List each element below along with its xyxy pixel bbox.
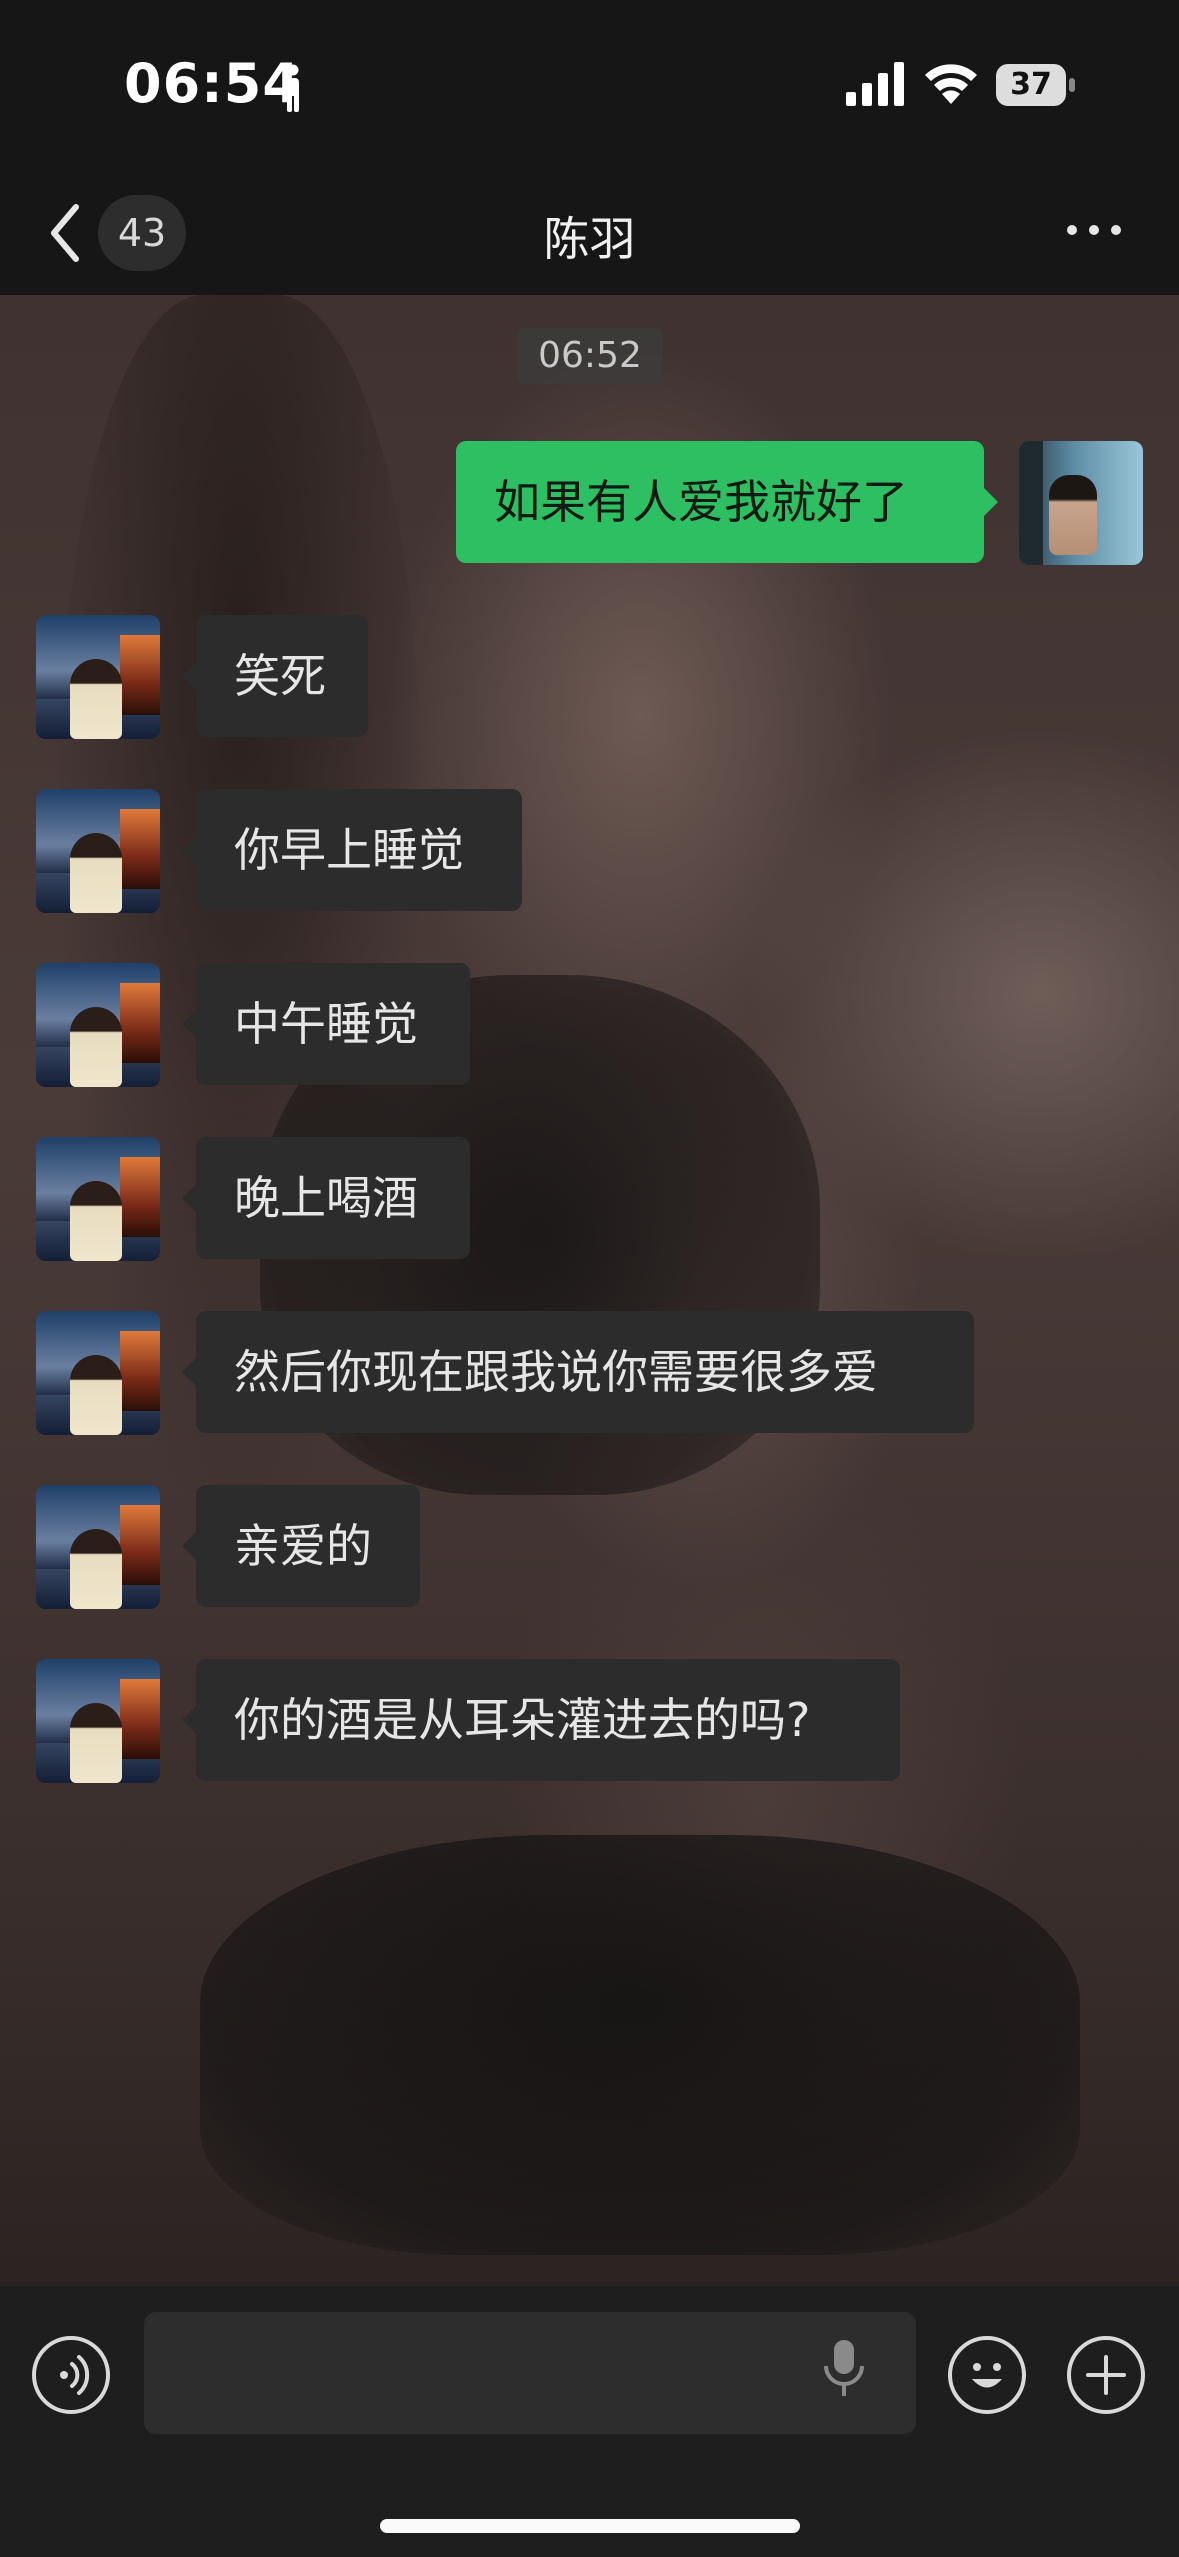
contact-avatar[interactable]	[36, 963, 160, 1087]
incoming-message-bubble[interactable]: 亲爱的	[182, 1485, 420, 1607]
voice-icon	[60, 2355, 90, 2395]
battery-level: 37	[1010, 67, 1052, 102]
voice-button[interactable]	[32, 2336, 110, 2414]
contact-avatar[interactable]	[36, 1485, 160, 1609]
chat-area[interactable]: 06:52 如果有人爱我就好了 笑死 你早上睡觉 中午睡觉 晚上喝酒 然后你现在…	[0, 295, 1179, 2285]
message-timestamp: 06:52	[517, 328, 663, 384]
emoji-icon	[972, 2363, 1002, 2388]
incoming-message-bubble[interactable]: 你的酒是从耳朵灌进去的吗?	[182, 1659, 900, 1781]
status-bar: 06:54 37	[0, 0, 1179, 175]
message-input[interactable]	[144, 2312, 916, 2434]
incoming-message-bubble[interactable]: 然后你现在跟我说你需要很多爱	[182, 1311, 974, 1433]
contact-avatar[interactable]	[36, 789, 160, 913]
outgoing-message-bubble[interactable]: 如果有人爱我就好了	[456, 441, 998, 563]
incoming-message-bubble[interactable]: 中午睡觉	[182, 963, 470, 1085]
contact-avatar[interactable]	[36, 1659, 160, 1783]
chat-title: 陈羽	[543, 212, 636, 266]
battery-icon: 37	[996, 64, 1076, 106]
more-icon[interactable]	[1064, 215, 1124, 245]
message-input-bar	[0, 2285, 1179, 2557]
plus-icon	[1086, 2355, 1126, 2395]
contact-avatar[interactable]	[36, 615, 160, 739]
status-time: 06:54	[124, 52, 301, 115]
mic-icon[interactable]	[822, 2338, 866, 2400]
incoming-message-bubble[interactable]: 你早上睡觉	[182, 789, 522, 911]
home-indicator[interactable]	[380, 2519, 800, 2533]
wifi-icon	[925, 64, 977, 104]
plus-button[interactable]	[1067, 2336, 1145, 2414]
contact-avatar[interactable]	[36, 1311, 160, 1435]
background-image-part	[200, 1835, 1080, 2255]
incoming-message-bubble[interactable]: 笑死	[182, 615, 368, 737]
emoji-button[interactable]	[948, 2336, 1026, 2414]
contact-avatar[interactable]	[36, 1137, 160, 1261]
my-avatar[interactable]	[1019, 441, 1143, 565]
signal-icon	[846, 62, 904, 106]
person-icon	[287, 64, 299, 112]
incoming-message-bubble[interactable]: 晚上喝酒	[182, 1137, 470, 1259]
chat-header: 43 陈羽	[0, 175, 1179, 295]
